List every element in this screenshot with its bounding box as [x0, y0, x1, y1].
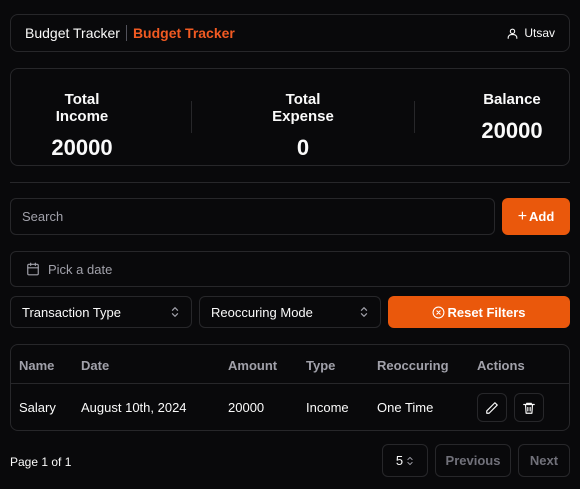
- stat-divider: [191, 101, 192, 133]
- date-picker[interactable]: Pick a date: [10, 251, 570, 287]
- balance-value: 20000: [481, 118, 543, 143]
- cell-amount: 20000: [228, 400, 265, 415]
- calendar-icon: [27, 262, 39, 276]
- section-divider: [10, 182, 570, 183]
- previous-label: Previous: [445, 453, 501, 468]
- edit-button[interactable]: [477, 393, 507, 422]
- trash-icon: [523, 402, 535, 414]
- transaction-type-select[interactable]: Transaction Type: [10, 296, 192, 328]
- income-stat: Total Income 20000: [37, 91, 127, 161]
- circle-x-icon: [433, 306, 445, 318]
- chevrons-up-down-icon: [407, 456, 413, 465]
- page-info: Page 1 of 1: [10, 455, 72, 469]
- column-header-date[interactable]: Date: [81, 358, 109, 373]
- brand-title-accent[interactable]: Budget Tracker: [133, 25, 235, 41]
- next-label: Next: [529, 453, 559, 468]
- column-header-reoccuring[interactable]: Reoccuring: [377, 358, 449, 373]
- cell-date: August 10th, 2024: [81, 400, 187, 415]
- user-name: Utsav: [524, 26, 555, 40]
- search-box: [10, 198, 495, 235]
- column-header-amount[interactable]: Amount: [228, 358, 277, 373]
- page-size-value: 5: [395, 453, 404, 468]
- transaction-type-value: Transaction Type: [22, 304, 121, 320]
- expense-stat: Total Expense 0: [253, 91, 353, 161]
- cell-reoccuring: One Time: [377, 400, 434, 415]
- plus-icon: +: [517, 207, 528, 225]
- balance-stat: Balance 20000: [477, 91, 547, 144]
- column-header-name[interactable]: Name: [19, 358, 54, 373]
- date-picker-placeholder: Pick a date: [48, 261, 113, 277]
- column-header-type[interactable]: Type: [306, 358, 335, 373]
- expense-label: Total Expense: [272, 91, 334, 125]
- income-value: 20000: [51, 135, 113, 160]
- user-icon: [507, 28, 518, 39]
- previous-page-button[interactable]: Previous: [435, 444, 511, 477]
- brand-title[interactable]: Budget Tracker: [25, 25, 120, 41]
- brand-divider: [125, 25, 127, 41]
- reoccuring-mode-value: Reoccuring Mode: [211, 304, 313, 320]
- reset-filters-button[interactable]: Reset Filters: [388, 296, 570, 328]
- page-size-select[interactable]: 5: [382, 444, 428, 477]
- add-button[interactable]: + Add: [502, 198, 570, 235]
- user-menu[interactable]: Utsav: [506, 26, 555, 40]
- transactions-table: Name Date Amount Type Reoccuring Actions…: [10, 344, 570, 431]
- add-button-label: Add: [529, 209, 555, 224]
- expense-value: 0: [296, 135, 310, 160]
- summary-card: Total Income 20000 Total Expense 0 Balan…: [10, 68, 570, 166]
- balance-label: Balance: [483, 91, 541, 108]
- delete-button[interactable]: [514, 393, 544, 422]
- chevrons-up-down-icon: [360, 307, 368, 317]
- chevrons-up-down-icon: [171, 307, 179, 317]
- search-input[interactable]: [22, 209, 494, 224]
- reoccuring-mode-select[interactable]: Reoccuring Mode: [199, 296, 381, 328]
- cell-type: Income: [306, 400, 349, 415]
- income-label: Total Income: [55, 91, 109, 125]
- app-header: Budget Tracker Budget Tracker Utsav: [10, 14, 570, 52]
- reset-filters-label: Reset Filters: [447, 304, 526, 320]
- next-page-button[interactable]: Next: [518, 444, 570, 477]
- pencil-icon: [486, 401, 498, 414]
- column-header-actions: Actions: [477, 358, 525, 373]
- cell-name: Salary: [19, 400, 56, 415]
- stat-divider: [414, 101, 415, 133]
- table-divider: [11, 383, 569, 384]
